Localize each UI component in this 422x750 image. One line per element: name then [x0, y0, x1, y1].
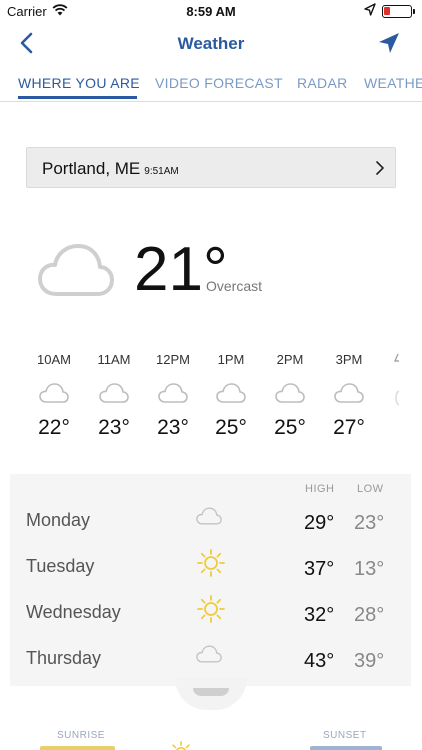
hour-label: 10AM	[37, 352, 71, 367]
hourly-item: 12PM 23°	[148, 352, 198, 440]
current-condition: Overcast	[206, 278, 263, 294]
sunset-label: SUNSET	[323, 730, 367, 741]
battery-icon	[382, 5, 415, 18]
hour-temperature: 23°	[98, 416, 130, 439]
daily-row: Monday 29° 23°	[10, 502, 411, 548]
sunrise-label: SUNRISE	[57, 730, 105, 741]
day-low: 23°	[354, 512, 385, 534]
day-high: 32°	[304, 604, 335, 626]
hourly-item: 10AM 22°	[29, 352, 79, 440]
cloud-icon	[99, 383, 129, 403]
hour-temperature: 23°	[157, 416, 189, 439]
hour-label: 1PM	[217, 352, 245, 367]
current-temperature: 21°	[134, 235, 228, 304]
status-time: 8:59 AM	[186, 4, 236, 19]
cloud-icon	[334, 383, 364, 403]
hour-temperature: 25°	[215, 416, 247, 439]
hourly-item: 3PM 27°	[324, 352, 374, 440]
cloud-icon	[216, 383, 246, 403]
weather-screen: Carrier 8:59 AM Weather WHERE YOU ARE VI…	[0, 0, 422, 750]
day-name: Tuesday	[26, 556, 95, 576]
hourly-item: 2PM 25°	[265, 352, 315, 440]
location-updated-time: 9:51AM	[144, 166, 179, 177]
day-high: 43°	[304, 650, 335, 672]
hour-label: 3PM	[335, 352, 363, 367]
cloud-icon	[196, 645, 222, 663]
day-low: 39°	[354, 650, 385, 672]
hourly-item: 11AM 23°	[89, 352, 139, 440]
cloud-icon	[158, 383, 188, 403]
low-column-header: LOW	[357, 483, 384, 495]
day-low: 28°	[354, 604, 385, 626]
hour-temperature: 27°	[333, 416, 365, 439]
daily-row: Wednesday 32° 28°	[10, 594, 411, 640]
hour-label: 2PM	[276, 352, 304, 367]
sunrise-time-partial	[40, 746, 115, 750]
tab-bar: WHERE YOU ARE VIDEO FORECAST RADAR WEATH…	[0, 66, 422, 102]
location-selector[interactable]: Portland, ME 9:51AM	[26, 147, 396, 188]
hour-temperature: 22°	[38, 416, 70, 439]
cloud-icon	[196, 507, 222, 525]
hour-label: 11AM	[97, 352, 131, 367]
cloud-icon	[395, 390, 400, 406]
day-high: 37°	[304, 558, 335, 580]
expand-handle[interactable]	[175, 678, 247, 710]
sun-icon	[197, 549, 225, 577]
location-services-icon	[364, 3, 376, 16]
tab-radar[interactable]: RADAR	[297, 75, 348, 91]
active-tab-indicator	[18, 96, 137, 99]
high-column-header: HIGH	[305, 483, 335, 495]
location-city: Portland, ME 9:51AM	[42, 159, 179, 179]
tab-weather-more[interactable]: WEATHE	[364, 75, 422, 91]
tab-video-forecast[interactable]: VIDEO FORECAST	[155, 75, 283, 91]
status-bar: Carrier 8:59 AM	[0, 0, 422, 22]
page-title: Weather	[177, 34, 245, 53]
day-high: 29°	[304, 512, 335, 534]
chevron-right-icon	[376, 161, 384, 175]
hourly-item-partial	[394, 352, 422, 407]
sun-icon	[197, 595, 225, 623]
hour-temperature: 25°	[274, 416, 306, 439]
day-low: 13°	[354, 558, 385, 580]
day-name: Monday	[26, 510, 91, 530]
city-name: Portland, ME	[42, 159, 141, 178]
day-name: Thursday	[26, 648, 102, 668]
daily-row: Tuesday 37° 13°	[10, 548, 411, 594]
hourly-item: 1PM 25°	[206, 352, 256, 440]
navigation-bar: Weather	[0, 22, 422, 66]
daily-forecast: HIGH LOW Monday 29° 23° Tuesday 37° 13°	[10, 474, 411, 686]
hour-label: 12PM	[156, 352, 190, 367]
sun-icon	[172, 740, 190, 750]
cloud-icon	[38, 244, 114, 296]
current-location-icon[interactable]	[376, 30, 402, 56]
cloud-icon	[275, 383, 305, 403]
partial-hour-glyph	[394, 353, 399, 362]
sunset-time-partial	[310, 746, 382, 750]
tab-where-you-are[interactable]: WHERE YOU ARE	[18, 75, 140, 91]
cloud-icon	[39, 383, 69, 403]
day-name: Wednesday	[26, 602, 121, 622]
